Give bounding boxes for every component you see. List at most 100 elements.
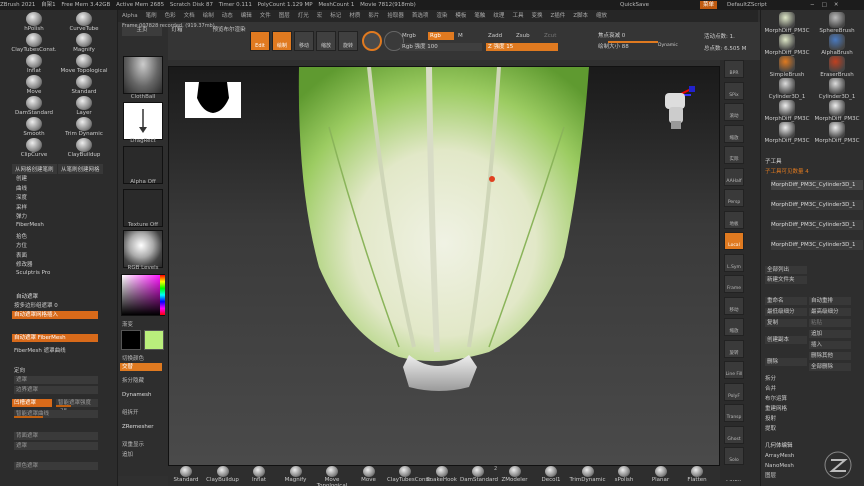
left-menu-item[interactable]: 弹力 [16,212,27,220]
border-mask-slider[interactable]: 边界遮罩 [14,386,98,394]
menu-item[interactable]: 绘制 [199,10,218,22]
automask-mesh-insert-toggle[interactable]: 自动遮罩网格插入 [12,311,98,319]
tool-thumbnail[interactable]: MorphDiff_PM3C [763,122,811,150]
split-menu[interactable]: 拆分 [765,375,857,383]
alternate-toggle[interactable]: 交替 [120,363,162,371]
menu-item[interactable]: 工具 [508,10,527,22]
view-control-button[interactable]: L.Sym [724,253,744,272]
backface-mask-slider[interactable]: 背面遮罩 [14,432,98,440]
remesh-menu[interactable]: 重建网格 [765,405,857,413]
paste-button[interactable]: 粘贴 [809,319,851,327]
view-control-button[interactable]: 缩放 [724,318,744,336]
primary-color-swatch[interactable] [144,330,164,350]
create-brush-from-mesh-button[interactable]: 从网格创建笔刷 [12,164,57,174]
view-control-button[interactable]: 实际 [724,146,744,164]
view-control-button[interactable]: Ghost [724,425,744,444]
menu-item[interactable]: 拾取器 [383,10,408,22]
menu-item[interactable]: 影片 [364,10,383,22]
view-control-button[interactable]: Frame [724,275,744,293]
boolean-menu[interactable]: 布尔运算 [765,395,857,403]
shelf-brush-button[interactable]: Magnify [278,466,314,483]
menu-item[interactable]: 编辑 [237,10,256,22]
automask-header[interactable]: 自动遮罩 [16,292,38,300]
view-control-button[interactable]: AAHalf [724,167,744,186]
view-control-button[interactable]: PolyF [724,382,744,401]
project-menu[interactable]: 投射 [765,415,857,423]
zadd-toggle[interactable]: Zadd [486,32,512,40]
focal-shift-slider[interactable]: 焦点衰减 0 [596,32,652,40]
gizmo-icon[interactable] [362,31,382,51]
list-all-button[interactable]: 全部列出 [765,266,807,274]
shelf-brush-button[interactable]: Move Topological [314,466,350,486]
view-control-button[interactable]: Persp [724,189,744,207]
menu-item[interactable]: 动态 [218,10,237,22]
edit-button[interactable]: Edit [250,31,270,51]
shelf-brush-button[interactable]: Standard [168,466,204,483]
shelf-brush-button[interactable]: ClayBuildup [205,466,241,483]
shelf-brush-button[interactable]: Decol1 [533,466,569,483]
hue-bar[interactable] [160,275,165,315]
shelf-brush-button[interactable]: ZModeler [497,466,533,483]
rename-button[interactable]: 重命名 [765,297,807,305]
mask-slider[interactable]: 遮罩 [14,376,98,384]
menu-item[interactable]: 文件 [256,10,275,22]
left-menu-item[interactable]: 深度 [16,193,27,201]
material-thumb[interactable] [123,230,163,268]
copy-button[interactable]: 复制 [765,319,807,327]
m-toggle[interactable]: M [456,32,482,40]
append-button[interactable]: 追加 [118,450,168,458]
view-control-button[interactable]: SPix [724,81,744,100]
default-script[interactable]: DefaultZScript [727,0,767,10]
mask-slider-2[interactable]: 遮罩 [14,442,98,450]
rgb-toggle[interactable]: Rgb [428,32,454,40]
merge-menu[interactable]: 合并 [765,385,857,393]
subtool-item[interactable]: MorphDiff_PM3C_Cylinder3D_1 [771,180,863,190]
menu-item[interactable]: Z脚本 [569,10,592,22]
menu-item[interactable]: 标记 [326,10,345,22]
rotate-button[interactable]: 旋转 [338,31,358,51]
menu-item[interactable]: 纹理 [489,10,508,22]
auto-reorder-button[interactable]: 自动重排 [809,297,851,305]
menu-item[interactable]: 模板 [451,10,470,22]
brush-button[interactable]: ClayBuildup [56,138,112,162]
delete-other-button[interactable]: 删除其他 [809,352,851,360]
shelf-brush-button[interactable]: Move [351,466,387,483]
view-control-button[interactable]: Line Fill [724,361,744,379]
insert-subtool-button[interactable]: 插入 [809,341,851,349]
zremesher-button[interactable]: ZRemesher [118,424,168,430]
quicksave-button[interactable]: QuickSave [620,0,649,10]
window-controls[interactable]: − □ ✕ [810,0,845,10]
subtool-item[interactable]: MorphDiff_PM3C_Cylinder3D_1 [771,240,863,250]
color-mask-slider[interactable]: 颜色遮罩 [14,462,98,470]
rgb-intensity-slider[interactable]: Rgb 强度 100 [400,43,482,51]
menu-item[interactable]: 灯光 [294,10,313,22]
document-canvas[interactable] [168,66,720,466]
subtool-item[interactable]: MorphDiff_PM3C_Cylinder3D_1 [771,200,863,210]
view-control-button[interactable]: Solo [724,447,744,465]
left-menu-item[interactable]: 方位 [16,241,27,249]
shelf-brush-button[interactable]: sPolish [606,466,642,483]
view-control-button[interactable]: Transp [724,404,744,422]
geometry-header[interactable]: 几何体编辑 [765,442,857,450]
zsub-toggle[interactable]: Zsub [514,32,540,40]
close-icon[interactable]: ✕ [834,0,842,10]
subtool-item[interactable]: MorphDiff_PM3C_Cylinder3D_1 [771,220,863,230]
delete-button[interactable]: 删除 [765,358,807,366]
zcut-toggle[interactable]: Zcut [542,32,568,40]
switch-color-button[interactable]: 切换颜色 [118,354,168,362]
menu-item[interactable]: 首选项 [408,10,433,22]
menus-toggle[interactable]: 菜单 [700,1,718,9]
swap-hide-button[interactable]: 拆分隐藏 [118,376,168,384]
create-mesh-from-brush-button[interactable]: 从笔刷创建网格 [58,164,103,174]
shelf-brush-button[interactable]: Flatten [679,466,715,483]
left-menu-item[interactable]: 表面 [16,251,27,259]
create-copy-button[interactable]: 创建副本 [765,336,807,344]
menu-item[interactable]: Z插件 [546,10,569,22]
view-control-button[interactable]: 缩放 [724,124,744,143]
left-menu-item[interactable]: 拾色 [16,232,27,240]
dynamesh-button[interactable]: Dynamesh [118,392,168,398]
shelf-brush-button[interactable]: SnakeHook [424,466,460,483]
view-control-button[interactable]: BPR [724,60,744,78]
delete-all-button[interactable]: 全部删除 [809,363,851,371]
menu-item[interactable]: 缩放 [592,10,611,22]
